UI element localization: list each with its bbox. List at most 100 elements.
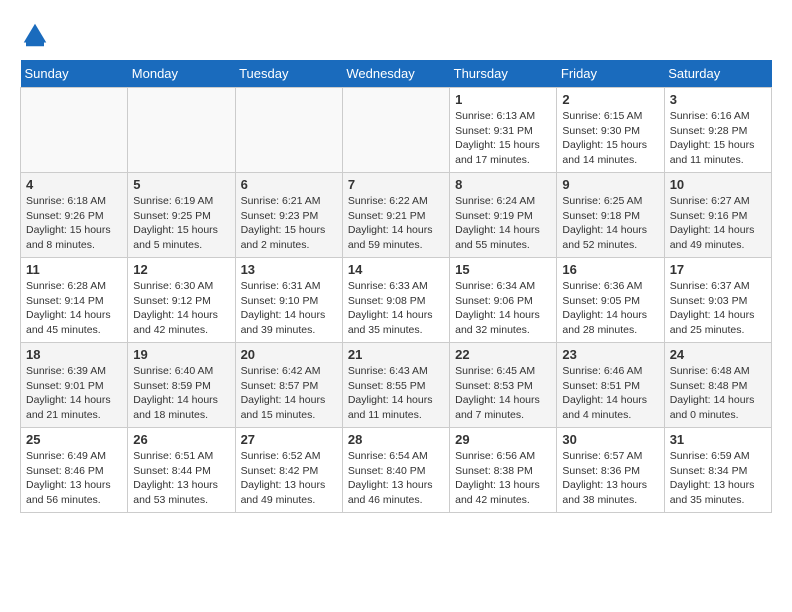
calendar-cell <box>21 88 128 173</box>
calendar-cell: 17 Sunrise: 6:37 AM Sunset: 9:03 PM Dayli… <box>664 258 771 343</box>
calendar-week-row: 18 Sunrise: 6:39 AM Sunset: 9:01 PM Dayli… <box>21 343 772 428</box>
day-number: 12 <box>133 262 229 277</box>
day-number: 24 <box>670 347 766 362</box>
calendar-header-friday: Friday <box>557 60 664 88</box>
calendar-cell: 27 Sunrise: 6:52 AM Sunset: 8:42 PM Dayli… <box>235 428 342 513</box>
calendar-cell: 2 Sunrise: 6:15 AM Sunset: 9:30 PM Daylig… <box>557 88 664 173</box>
day-number: 1 <box>455 92 551 107</box>
calendar-cell: 4Sunrise: 6:18 AM Sunset: 9:26 PM Daylig… <box>21 173 128 258</box>
calendar-week-row: 1 Sunrise: 6:13 AM Sunset: 9:31 PM Daylig… <box>21 88 772 173</box>
calendar-header-row: SundayMondayTuesdayWednesdayThursdayFrid… <box>21 60 772 88</box>
day-info: Sunrise: 6:42 AM Sunset: 8:57 PM Dayligh… <box>241 364 337 423</box>
day-info: Sunrise: 6:22 AM Sunset: 9:21 PM Dayligh… <box>348 194 444 253</box>
calendar-cell: 14 Sunrise: 6:33 AM Sunset: 9:08 PM Dayli… <box>342 258 449 343</box>
day-info: Sunrise: 6:49 AM Sunset: 8:46 PM Dayligh… <box>26 449 122 508</box>
calendar-cell: 13 Sunrise: 6:31 AM Sunset: 9:10 PM Dayli… <box>235 258 342 343</box>
day-info: Sunrise: 6:36 AM Sunset: 9:05 PM Dayligh… <box>562 279 658 338</box>
day-info: Sunrise: 6:59 AM Sunset: 8:34 PM Dayligh… <box>670 449 766 508</box>
day-number: 26 <box>133 432 229 447</box>
day-info: Sunrise: 6:46 AM Sunset: 8:51 PM Dayligh… <box>562 364 658 423</box>
calendar-cell <box>235 88 342 173</box>
calendar-cell: 5 Sunrise: 6:19 AM Sunset: 9:25 PM Daylig… <box>128 173 235 258</box>
calendar-cell: 10 Sunrise: 6:27 AM Sunset: 9:16 PM Dayli… <box>664 173 771 258</box>
day-number: 30 <box>562 432 658 447</box>
day-number: 23 <box>562 347 658 362</box>
calendar-cell: 20 Sunrise: 6:42 AM Sunset: 8:57 PM Dayli… <box>235 343 342 428</box>
day-info: Sunrise: 6:16 AM Sunset: 9:28 PM Dayligh… <box>670 109 766 168</box>
day-number: 16 <box>562 262 658 277</box>
calendar-week-row: 11 Sunrise: 6:28 AM Sunset: 9:14 PM Dayli… <box>21 258 772 343</box>
day-info: Sunrise: 6:33 AM Sunset: 9:08 PM Dayligh… <box>348 279 444 338</box>
day-number: 5 <box>133 177 229 192</box>
calendar-cell: 21 Sunrise: 6:43 AM Sunset: 8:55 PM Dayli… <box>342 343 449 428</box>
day-number: 7 <box>348 177 444 192</box>
day-info: Sunrise: 6:43 AM Sunset: 8:55 PM Dayligh… <box>348 364 444 423</box>
calendar-cell <box>128 88 235 173</box>
calendar-cell: 6 Sunrise: 6:21 AM Sunset: 9:23 PM Daylig… <box>235 173 342 258</box>
day-info: Sunrise: 6:48 AM Sunset: 8:48 PM Dayligh… <box>670 364 766 423</box>
calendar-cell: 9 Sunrise: 6:25 AM Sunset: 9:18 PM Daylig… <box>557 173 664 258</box>
day-number: 11 <box>26 262 122 277</box>
day-info: Sunrise: 6:21 AM Sunset: 9:23 PM Dayligh… <box>241 194 337 253</box>
day-info: Sunrise: 6:27 AM Sunset: 9:16 PM Dayligh… <box>670 194 766 253</box>
calendar-cell: 29 Sunrise: 6:56 AM Sunset: 8:38 PM Dayli… <box>450 428 557 513</box>
day-number: 20 <box>241 347 337 362</box>
day-info: Sunrise: 6:31 AM Sunset: 9:10 PM Dayligh… <box>241 279 337 338</box>
day-number: 2 <box>562 92 658 107</box>
calendar-header-wednesday: Wednesday <box>342 60 449 88</box>
logo <box>20 20 54 50</box>
calendar-header-thursday: Thursday <box>450 60 557 88</box>
day-number: 29 <box>455 432 551 447</box>
day-info: Sunrise: 6:52 AM Sunset: 8:42 PM Dayligh… <box>241 449 337 508</box>
day-number: 31 <box>670 432 766 447</box>
calendar-cell <box>342 88 449 173</box>
calendar-cell: 18 Sunrise: 6:39 AM Sunset: 9:01 PM Dayli… <box>21 343 128 428</box>
day-number: 18 <box>26 347 122 362</box>
day-info: Sunrise: 6:37 AM Sunset: 9:03 PM Dayligh… <box>670 279 766 338</box>
calendar-cell: 23 Sunrise: 6:46 AM Sunset: 8:51 PM Dayli… <box>557 343 664 428</box>
day-number: 14 <box>348 262 444 277</box>
day-info: Sunrise: 6:51 AM Sunset: 8:44 PM Dayligh… <box>133 449 229 508</box>
day-number: 22 <box>455 347 551 362</box>
calendar-cell: 8Sunrise: 6:24 AM Sunset: 9:19 PM Daylig… <box>450 173 557 258</box>
day-info: Sunrise: 6:13 AM Sunset: 9:31 PM Dayligh… <box>455 109 551 168</box>
day-number: 13 <box>241 262 337 277</box>
day-number: 17 <box>670 262 766 277</box>
day-number: 3 <box>670 92 766 107</box>
calendar-cell: 15 Sunrise: 6:34 AM Sunset: 9:06 PM Dayli… <box>450 258 557 343</box>
day-number: 21 <box>348 347 444 362</box>
day-number: 6 <box>241 177 337 192</box>
calendar-cell: 3 Sunrise: 6:16 AM Sunset: 9:28 PM Daylig… <box>664 88 771 173</box>
day-number: 15 <box>455 262 551 277</box>
day-info: Sunrise: 6:24 AM Sunset: 9:19 PM Dayligh… <box>455 194 551 253</box>
day-number: 4 <box>26 177 122 192</box>
calendar-cell: 24 Sunrise: 6:48 AM Sunset: 8:48 PM Dayli… <box>664 343 771 428</box>
day-number: 25 <box>26 432 122 447</box>
day-info: Sunrise: 6:34 AM Sunset: 9:06 PM Dayligh… <box>455 279 551 338</box>
day-info: Sunrise: 6:39 AM Sunset: 9:01 PM Dayligh… <box>26 364 122 423</box>
day-info: Sunrise: 6:25 AM Sunset: 9:18 PM Dayligh… <box>562 194 658 253</box>
day-number: 10 <box>670 177 766 192</box>
calendar-header-saturday: Saturday <box>664 60 771 88</box>
calendar-cell: 16 Sunrise: 6:36 AM Sunset: 9:05 PM Dayli… <box>557 258 664 343</box>
day-number: 9 <box>562 177 658 192</box>
day-info: Sunrise: 6:56 AM Sunset: 8:38 PM Dayligh… <box>455 449 551 508</box>
calendar-header-sunday: Sunday <box>21 60 128 88</box>
calendar-cell: 31 Sunrise: 6:59 AM Sunset: 8:34 PM Dayli… <box>664 428 771 513</box>
calendar-week-row: 25 Sunrise: 6:49 AM Sunset: 8:46 PM Dayli… <box>21 428 772 513</box>
calendar-cell: 7 Sunrise: 6:22 AM Sunset: 9:21 PM Daylig… <box>342 173 449 258</box>
day-info: Sunrise: 6:54 AM Sunset: 8:40 PM Dayligh… <box>348 449 444 508</box>
day-number: 19 <box>133 347 229 362</box>
calendar-cell: 28 Sunrise: 6:54 AM Sunset: 8:40 PM Dayli… <box>342 428 449 513</box>
day-number: 28 <box>348 432 444 447</box>
day-info: Sunrise: 6:15 AM Sunset: 9:30 PM Dayligh… <box>562 109 658 168</box>
day-number: 27 <box>241 432 337 447</box>
calendar-header-monday: Monday <box>128 60 235 88</box>
calendar-cell: 25 Sunrise: 6:49 AM Sunset: 8:46 PM Dayli… <box>21 428 128 513</box>
day-info: Sunrise: 6:19 AM Sunset: 9:25 PM Dayligh… <box>133 194 229 253</box>
day-info: Sunrise: 6:40 AM Sunset: 8:59 PM Dayligh… <box>133 364 229 423</box>
calendar-cell: 22Sunrise: 6:45 AM Sunset: 8:53 PM Dayli… <box>450 343 557 428</box>
day-info: Sunrise: 6:28 AM Sunset: 9:14 PM Dayligh… <box>26 279 122 338</box>
day-info: Sunrise: 6:57 AM Sunset: 8:36 PM Dayligh… <box>562 449 658 508</box>
logo-icon <box>20 20 50 50</box>
